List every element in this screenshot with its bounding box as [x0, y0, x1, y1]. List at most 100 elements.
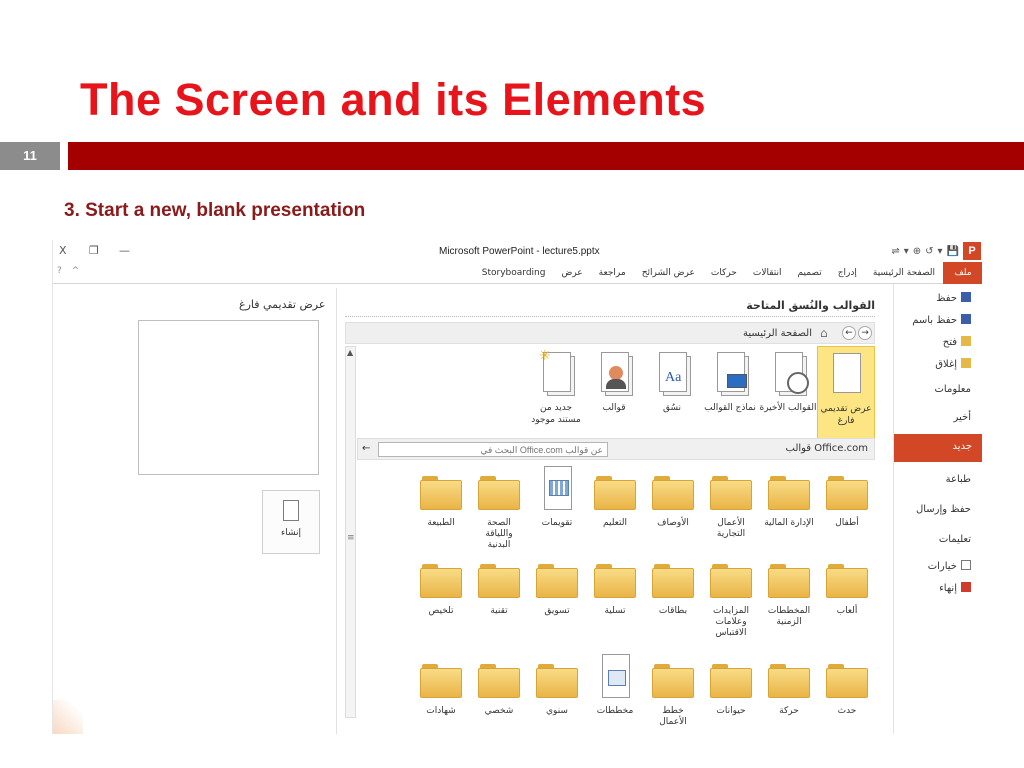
create-button[interactable]: إنشاء	[262, 490, 320, 554]
decorative-fade	[53, 700, 83, 734]
folder-label: المزايدات	[712, 606, 750, 616]
folder-item[interactable]: تسويق	[532, 564, 582, 617]
collapse-ribbon-icon[interactable]: ^	[72, 266, 80, 276]
sidebar-item-help[interactable]: تعليمات	[939, 534, 971, 545]
minimize-icon[interactable]: —	[119, 244, 130, 257]
folder-icon	[710, 564, 752, 598]
dropdown-icon[interactable]: ▾	[904, 246, 909, 257]
template-themes[interactable]: Aa نسُق	[643, 346, 701, 414]
folder-label: حركة	[779, 706, 799, 716]
powerpoint-logo-icon[interactable]: P	[963, 242, 981, 260]
help-icon[interactable]: ?	[57, 266, 62, 276]
restore-icon[interactable]: ❐	[89, 244, 99, 257]
office-templates-label: قوالب Office.com	[785, 443, 869, 454]
template-recent[interactable]: القوالب الأخيرة	[759, 346, 817, 414]
template-samples[interactable]: نماذج القوالب	[701, 346, 759, 414]
save-icon	[961, 292, 971, 302]
search-input[interactable]	[378, 442, 608, 457]
folder-label: الاقتباس	[715, 628, 747, 638]
folder-item[interactable]: بطاقات	[648, 564, 698, 617]
sidebar-item-print[interactable]: طباعة	[946, 474, 971, 485]
folder-item[interactable]: تقنية	[474, 564, 524, 617]
office-search-bar: ← قوالب Office.com	[357, 438, 875, 460]
folder-item[interactable]: سنوي	[532, 664, 582, 717]
template-label: نماذج القوالب	[704, 403, 756, 413]
sidebar-item-recent[interactable]: أخير	[954, 412, 972, 423]
folder-label: الإدارة المالية	[764, 518, 814, 528]
scroll-grip-icon[interactable]: ≡	[347, 533, 355, 543]
sidebar-item-info[interactable]: معلومات	[935, 384, 971, 395]
sidebar-item-options[interactable]: خيارات	[928, 560, 971, 572]
folder-item[interactable]: المخططات الزمنية	[764, 564, 814, 628]
sidebar-item-exit[interactable]: إنهاء	[939, 582, 971, 594]
template-new-from-existing[interactable]: ✳ جديد من مستند موجود	[527, 346, 585, 426]
folder-icon	[768, 664, 810, 698]
sidebar-item-close[interactable]: إغلاق	[935, 358, 971, 370]
home-icon[interactable]: ⌂	[820, 326, 828, 340]
folder-item[interactable]: حيوانات	[706, 664, 756, 717]
tab-view[interactable]: عرض	[553, 262, 590, 284]
folder-item[interactable]: التعليم	[590, 476, 640, 529]
tab-home[interactable]: الصفحة الرئيسية	[865, 262, 943, 284]
template-label: نسُق	[662, 403, 682, 413]
back-arrow-icon[interactable]: ←	[362, 443, 370, 454]
folder-item[interactable]: تسلية	[590, 564, 640, 617]
slide-title: The Screen and its Elements	[80, 74, 707, 125]
folder-item[interactable]: تلخيص	[416, 564, 466, 617]
tab-insert[interactable]: إدراج	[830, 262, 865, 284]
folder-item[interactable]: الإدارة المالية	[764, 476, 814, 529]
sidebar-item-save[interactable]: حفظ	[936, 292, 971, 304]
options-icon	[961, 560, 971, 570]
dropdown-icon[interactable]: ▾	[938, 246, 943, 257]
folder-item[interactable]: حركة	[764, 664, 814, 717]
vertical-scrollbar[interactable]: ▲ ≡	[345, 346, 356, 718]
folder-item[interactable]: ألعاب	[822, 564, 872, 617]
back-arrow-icon[interactable]: ←	[842, 326, 856, 340]
folder-item[interactable]: شهادات	[416, 664, 466, 717]
sidebar-item-new[interactable]: جديد	[894, 434, 982, 462]
template-my-templates[interactable]: قوالب	[585, 346, 643, 414]
preview-title: عرض تقديمي فارغ	[239, 298, 326, 311]
folder-label: شهادات	[426, 706, 456, 716]
scroll-up-icon[interactable]: ▲	[347, 348, 353, 357]
folder-label: التعليم	[603, 518, 627, 528]
folder-label: التجارية	[716, 529, 746, 539]
customize-qat-icon[interactable]: ⇌	[891, 246, 899, 257]
tab-animations[interactable]: حركات	[703, 262, 745, 284]
tab-storyboarding[interactable]: Storyboarding	[474, 262, 554, 284]
folder-item[interactable]: تقويمات	[532, 466, 582, 529]
sidebar-item-label: حفظ	[936, 293, 957, 304]
save-icon[interactable]: 💾	[947, 246, 959, 257]
folder-item[interactable]: المزايدات وعلامات الاقتباس	[706, 564, 756, 639]
folder-item[interactable]: الصحة واللياقة البدنية	[474, 476, 524, 551]
folder-label: تسلية	[604, 606, 626, 616]
folder-item[interactable]: الطبيعة	[416, 476, 466, 529]
tab-design[interactable]: تصميم	[790, 262, 830, 284]
tab-review[interactable]: مراجعة	[591, 262, 634, 284]
undo-icon[interactable]: ↺	[925, 246, 933, 257]
sidebar-item-save-as[interactable]: حفظ باسم	[912, 314, 971, 326]
exit-icon	[961, 582, 971, 592]
sidebar-item-save-send[interactable]: حفظ وإرسال	[916, 504, 971, 515]
folder-item[interactable]: حدث	[822, 664, 872, 717]
close-icon[interactable]: X	[59, 244, 67, 257]
repeat-icon[interactable]: ⊕	[913, 246, 921, 257]
folder-item[interactable]: الأوصاف	[648, 476, 698, 529]
folder-item[interactable]: شخصي	[474, 664, 524, 717]
folder-label: ألعاب	[836, 606, 858, 616]
tab-slideshow[interactable]: عرض الشرائح	[634, 262, 703, 284]
folder-icon	[420, 664, 462, 698]
folder-item[interactable]: أطفال	[822, 476, 872, 529]
sidebar-item-open[interactable]: فتح	[943, 336, 971, 348]
sidebar-item-label: فتح	[942, 337, 957, 348]
slide-subtitle: 3. Start a new, blank presentation	[64, 200, 366, 221]
folder-item[interactable]: خطط الأعمال	[648, 664, 698, 728]
template-blank-presentation[interactable]: عرض تقديمي فارغ	[817, 346, 875, 444]
folder-item[interactable]: الأعمال التجارية	[706, 476, 756, 540]
folder-item[interactable]: مخططات	[590, 654, 640, 717]
tab-file[interactable]: ملف	[943, 262, 982, 284]
tab-transitions[interactable]: انتقالات	[745, 262, 790, 284]
folder-icon	[478, 664, 520, 698]
folder-icon	[652, 476, 694, 510]
forward-arrow-icon[interactable]: →	[858, 326, 872, 340]
